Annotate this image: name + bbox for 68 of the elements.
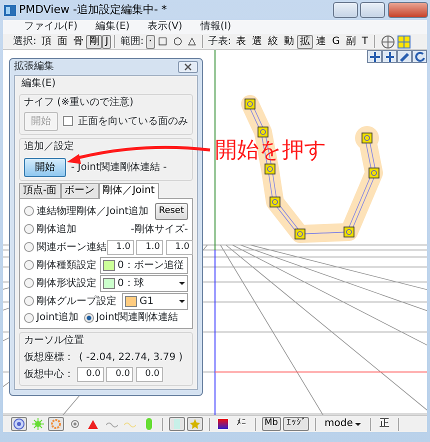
toolbar-button[interactable]: 正 [376, 417, 392, 431]
dropdown-value: 0：球 [118, 276, 144, 290]
dropdown-value: 0：ボーン追従 [118, 258, 184, 272]
toolbar-button[interactable]: G [329, 34, 343, 48]
reset-button[interactable]: Reset [154, 202, 188, 220]
toolbar-button[interactable]: 剛 [86, 34, 102, 48]
checkbox-label: 正面を向いている面のみ [78, 114, 188, 128]
menu-item[interactable]: 情報(I) [191, 20, 240, 34]
dropdown[interactable]: 0：球 [100, 274, 188, 292]
start-button[interactable]: 開始 [24, 158, 66, 176]
toolbar-button[interactable]: Mb [262, 417, 281, 431]
size-field[interactable]: 1.0 [166, 240, 192, 254]
toolbar-button[interactable]: 選 [249, 34, 266, 48]
option-label: 関連ボーン連結 [36, 240, 106, 254]
group-title: ナイフ (※重いので注意) [24, 96, 134, 109]
toolbar-button[interactable]: 頂 [38, 34, 54, 48]
group-title: カーソル位置 [24, 334, 84, 347]
coordinate-label: 仮想座標： [24, 350, 74, 364]
toolbar-button[interactable]: ○ [170, 34, 186, 48]
tab[interactable]: ボーン [60, 183, 99, 198]
toolbar-button[interactable]: T [358, 34, 372, 48]
menu-item[interactable]: 表示(V) [138, 20, 192, 34]
toolbar-button[interactable]: J [102, 34, 112, 48]
toolbar-button[interactable]: 面 [54, 34, 70, 48]
option-label: Joint追加 [36, 310, 79, 325]
center-field[interactable]: 0.0 [76, 367, 104, 382]
toolbar-button[interactable]: 表 [233, 34, 250, 48]
toolbar-button[interactable]: 拡 [297, 34, 314, 48]
dialog-title: 拡張編集 [14, 60, 54, 74]
tab[interactable]: 剛体／Joint [98, 183, 159, 199]
tab[interactable]: 頂点-面 [19, 183, 61, 198]
toolbar-button[interactable]: ﾒﾆ [234, 417, 250, 431]
coordinate-value: ( -2.04, 22.74, 3.79 ) [79, 350, 183, 364]
annotation-text: 開始を押す [215, 139, 327, 163]
toolbar-button[interactable]: 骨 [70, 34, 86, 48]
option-label: Joint関連剛体連結 [96, 310, 178, 325]
window-title: PMDView -追加設定編集中- * [19, 2, 167, 18]
menu-item[interactable]: ファイル(F) [15, 20, 87, 34]
dropdown[interactable]: 0：ボーン追従 [100, 256, 188, 274]
toolbar-label: 子表: [206, 34, 232, 49]
center-field[interactable]: 0.0 [106, 367, 133, 382]
group-title: 追加／設定 [24, 140, 74, 152]
toolbar-label: 範囲: [119, 35, 145, 49]
toolbar-button[interactable]: · [146, 34, 155, 48]
menu-item[interactable]: 編集(E) [86, 20, 139, 34]
size-label: -剛体サイズ- [130, 222, 188, 236]
toolbar-label: 選択: [12, 35, 38, 49]
toolbar-button[interactable]: 動 [281, 34, 298, 48]
mode-dropdown[interactable]: mode [321, 417, 364, 431]
dropdown[interactable]: G1 [122, 292, 188, 310]
toolbar-button[interactable]: ｴｯｼﾞ [283, 417, 310, 431]
option-label: 連結物理剛体／Joint追加 [36, 204, 149, 218]
toolbar-button[interactable]: 副 [342, 34, 359, 48]
size-field[interactable]: 1.0 [106, 240, 134, 254]
option-label: 剛体形状設定 [36, 276, 96, 290]
toolbar-button[interactable]: □ [154, 34, 170, 48]
dropdown-value: G1 [140, 294, 154, 308]
option-label: 剛体追加 [36, 222, 76, 236]
toolbar-button[interactable]: △ [185, 34, 199, 48]
center-label: 仮想中心： [24, 368, 74, 382]
center-field[interactable]: 0.0 [136, 367, 162, 382]
toolbar-button[interactable]: 連 [313, 34, 330, 48]
option-label: 剛体種類設定 [36, 258, 96, 272]
size-field[interactable]: 1.0 [136, 240, 163, 254]
menu-item[interactable]: 編集(E) [19, 77, 193, 91]
toolbar-button[interactable]: 絞 [265, 34, 282, 48]
option-label: 剛体グループ設定 [36, 294, 116, 308]
mode-label: - Joint関連剛体連結 - [71, 160, 167, 174]
